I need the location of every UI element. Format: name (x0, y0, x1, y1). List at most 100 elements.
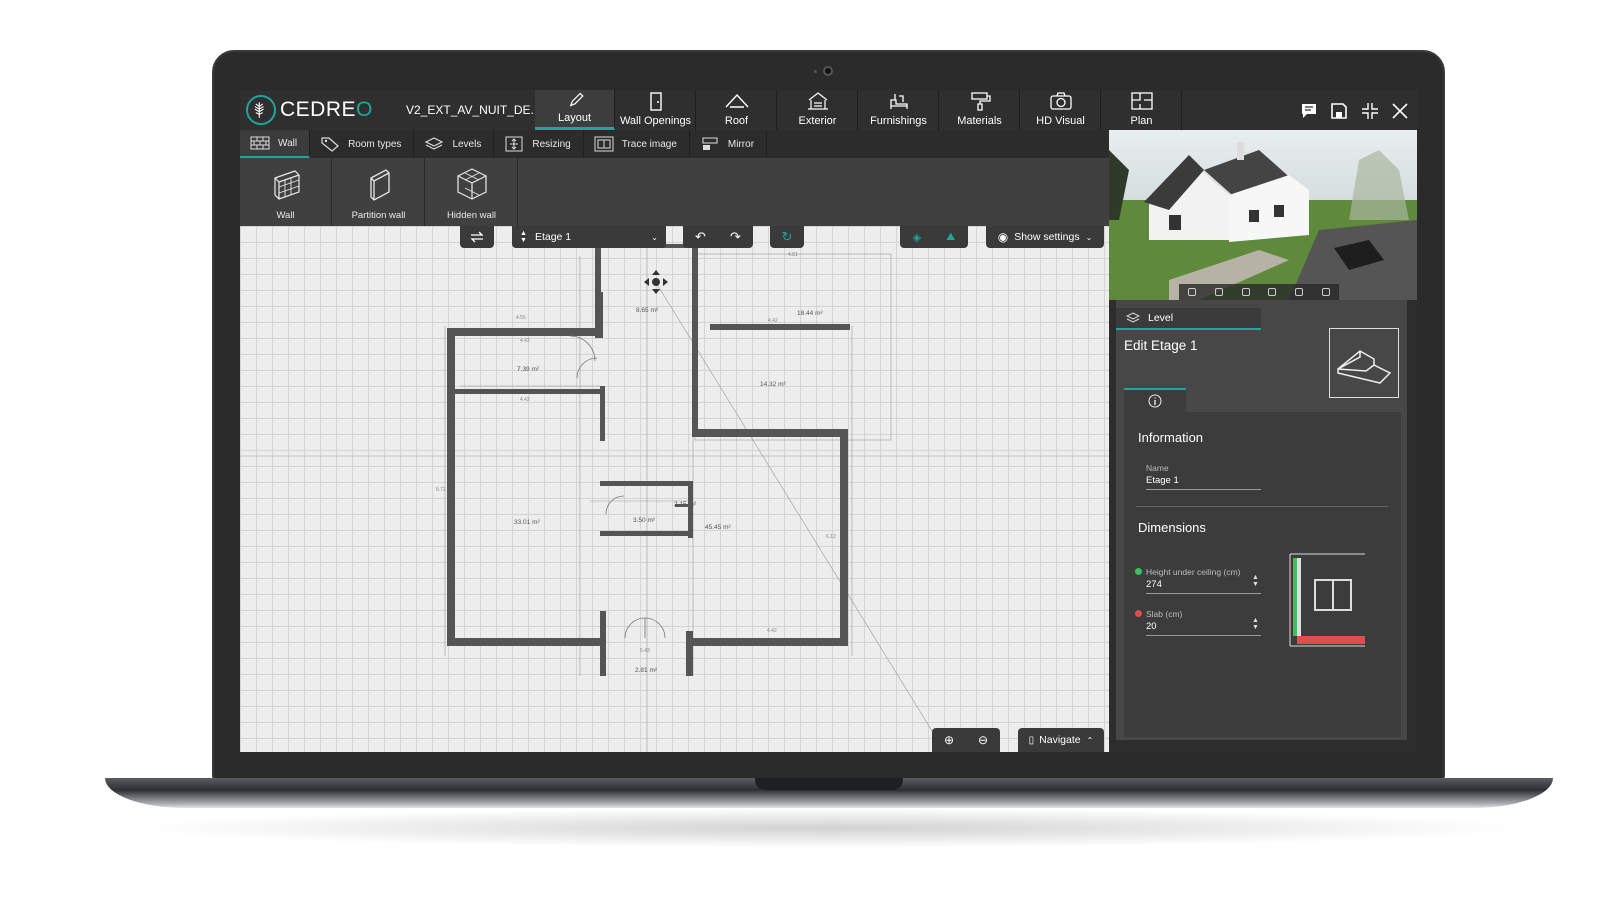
subtab-room-types[interactable]: Room types (310, 130, 415, 158)
tab-info[interactable] (1124, 388, 1186, 412)
roof-icon (724, 93, 749, 108)
tab-layout[interactable]: Layout (535, 90, 615, 130)
laptop-shadow (130, 808, 1530, 848)
tools-row: Wall Partition wall Hidden wall (240, 158, 1109, 226)
tab-roof[interactable]: Roof (697, 90, 777, 130)
tab-label: Plan (1130, 115, 1153, 127)
room-area: 2.81 m² (635, 667, 658, 674)
view-toggle-group: ◈ ⛰ (900, 226, 968, 248)
tab-level[interactable]: Level (1116, 308, 1261, 330)
level-select-value: Etage 1 (534, 231, 572, 243)
tab-furnishings[interactable]: Furnishings (859, 90, 939, 130)
tab-label: Furnishings (870, 115, 927, 127)
room-area: 33.01 m² (514, 519, 540, 526)
door-icon (649, 92, 662, 111)
zoom-in-icon[interactable] (1268, 288, 1277, 296)
chevron-down-icon: ⌄ (1085, 232, 1093, 242)
terrain-icon[interactable]: ⛰ (946, 231, 955, 244)
logo-tree-icon (246, 95, 276, 125)
top-bar: CEDREO V2_EXT_AV_NUIT_DE... Layout Wall … (240, 90, 1417, 130)
project-name[interactable]: V2_EXT_AV_NUIT_DE... (406, 103, 541, 117)
tool-label: Partition wall (351, 210, 406, 221)
room-area: 2.15 m² (674, 501, 697, 508)
magnet-button[interactable]: ↻ (770, 226, 804, 248)
dimension: 6.12 (826, 534, 836, 540)
tab-hd-visual[interactable]: HD Visual (1021, 90, 1101, 130)
tool-label: Wall (276, 210, 295, 221)
room-area: 45.45 m² (705, 524, 731, 531)
minimize-icon[interactable] (1361, 102, 1379, 120)
house-render (1109, 130, 1417, 300)
hidden-wall-tool[interactable]: Hidden wall (426, 158, 518, 226)
3d-view-icon[interactable]: ◈ (913, 231, 921, 244)
slab-stepper-icon[interactable]: ▲ ▼ (1252, 617, 1259, 631)
panel-inner: Level Edit Etage 1 Information Name Etag… (1116, 300, 1407, 740)
name-label: Name (1146, 463, 1169, 473)
swap-button[interactable] (460, 226, 494, 248)
doors (569, 335, 666, 639)
chat-icon[interactable] (1300, 102, 1318, 120)
3d-preview[interactable] (1109, 130, 1417, 300)
dimension: 4.42 (520, 338, 530, 344)
info-icon (1148, 394, 1162, 408)
show-settings-button[interactable]: ◉ Show settings ⌄ (986, 226, 1104, 248)
navigate-label: Navigate (1039, 734, 1081, 746)
floor-plan-canvas[interactable]: 8.65 m² 18.44 m² 7.39 m² 14.32 m² 33.01 … (240, 226, 1109, 752)
partition-wall-tool[interactable]: Partition wall (333, 158, 425, 226)
plan-icon (1130, 92, 1153, 110)
subtab-mirror[interactable]: Mirror (690, 130, 768, 158)
floor-plan[interactable]: 8.65 m² 18.44 m² 7.39 m² 14.32 m² 33.01 … (240, 226, 1109, 752)
subtab-wall[interactable]: Wall (240, 130, 311, 158)
level-select[interactable]: ▲ ▼ Etage 1 ⌄ (512, 226, 666, 248)
height-field[interactable]: 274 (1146, 579, 1261, 594)
subtab-label: Mirror (727, 138, 755, 150)
plan-view-icon[interactable] (1241, 288, 1250, 296)
level-thumbnail (1329, 328, 1399, 398)
layers-icon (1126, 312, 1140, 323)
zoom-in-icon[interactable]: ⊕ (944, 733, 954, 747)
edit-level-title: Edit Etage 1 (1124, 338, 1198, 353)
mouse-icon[interactable] (1321, 288, 1330, 296)
tab-plan[interactable]: Plan (1102, 90, 1182, 130)
move-handle-icon[interactable] (644, 270, 668, 294)
dimension: 4.81 (788, 252, 798, 258)
orbit-icon[interactable] (1214, 288, 1223, 296)
slab-field[interactable]: 20 (1146, 621, 1261, 636)
tab-exterior[interactable]: Exterior (778, 90, 858, 130)
undo-icon[interactable]: ↶ (695, 229, 706, 245)
dimensions-title: Dimensions (1138, 520, 1206, 535)
tab-label: Exterior (798, 115, 837, 127)
redo-icon[interactable]: ↷ (730, 229, 741, 245)
exterior-icon (807, 92, 828, 110)
zoom-out-icon[interactable]: ⊖ (978, 733, 988, 747)
name-field[interactable]: Etage 1 (1146, 475, 1261, 490)
room-area-labels: 8.65 m² 18.44 m² 7.39 m² 14.32 m² 33.01 … (514, 307, 823, 674)
person-icon[interactable] (1188, 288, 1197, 296)
subtab-levels[interactable]: Levels (414, 130, 495, 158)
layers-icon (425, 137, 444, 150)
slab-indicator (1135, 610, 1142, 617)
chevron-down-icon: ⌄ (651, 232, 658, 242)
subtab-label: Resizing (532, 138, 571, 150)
tab-materials[interactable]: Materials (940, 90, 1020, 130)
tab-label: Wall Openings (619, 115, 692, 127)
laptop-notch (755, 778, 903, 790)
wall-tool[interactable]: Wall (240, 158, 332, 226)
save-icon[interactable] (1330, 102, 1348, 120)
subtab-resizing[interactable]: Resizing (494, 130, 584, 158)
brick-wall-icon (273, 170, 300, 200)
close-icon[interactable] (1391, 102, 1409, 120)
tool-label: Hidden wall (446, 210, 497, 221)
subtab-label: Room types (348, 138, 402, 150)
eye-icon: ◉ (997, 230, 1009, 244)
info-panel: Information Name Etage 1 Dimensions Heig… (1124, 412, 1401, 737)
subtab-trace-image[interactable]: Trace image (584, 130, 690, 158)
slab-label: Slab (cm) (1146, 609, 1183, 619)
height-stepper-icon[interactable]: ▲ ▼ (1252, 574, 1259, 588)
furniture-icon (889, 94, 908, 109)
tab-wall-openings[interactable]: Wall Openings (616, 90, 696, 130)
tab-label: HD Visual (1036, 115, 1085, 127)
updown-icon: ▲ ▼ (520, 230, 527, 244)
navigate-button[interactable]: ▯ Navigate ⌃ (1018, 728, 1104, 752)
zoom-out-icon[interactable] (1294, 288, 1303, 296)
